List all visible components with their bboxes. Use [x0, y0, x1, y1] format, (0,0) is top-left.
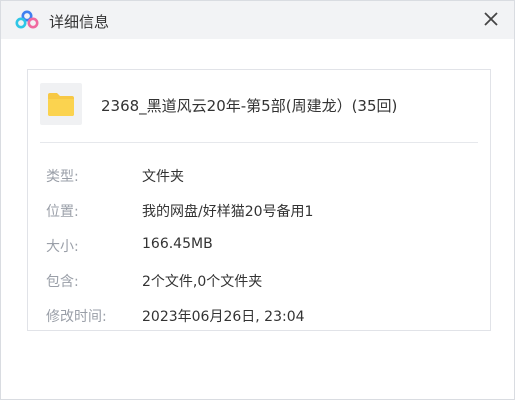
folder-icon	[48, 93, 74, 116]
detail-row-modified: 修改时间: 2023年06月26日, 23:04	[46, 306, 478, 326]
detail-value: 我的网盘/好样猫20号备用1	[142, 204, 314, 220]
file-thumbnail	[40, 83, 82, 125]
close-button[interactable]	[478, 6, 504, 32]
detail-value: 2个文件,0个文件夹	[142, 274, 263, 290]
detail-label: 大小:	[46, 239, 79, 255]
detail-label: 类型:	[46, 169, 79, 185]
title-bar: 详细信息	[1, 1, 514, 39]
detail-value: 文件夹	[142, 169, 184, 185]
details-dialog: 详细信息 2368_黑道风云20年-第5部(周建龙）(35回) 类型: 文件夹 …	[0, 0, 515, 400]
detail-row-size: 大小: 166.45MB	[46, 236, 478, 256]
file-name: 2368_黑道风云20年-第5部(周建龙）(35回)	[101, 97, 398, 115]
detail-label: 包含:	[46, 274, 79, 290]
divider	[40, 142, 478, 143]
details-panel: 2368_黑道风云20年-第5部(周建龙）(35回) 类型: 文件夹 位置: 我…	[27, 69, 491, 331]
detail-value: 2023年06月26日, 23:04	[142, 309, 305, 325]
detail-label: 位置:	[46, 204, 79, 220]
cloud-logo-icon	[15, 10, 39, 29]
dialog-title: 详细信息	[49, 13, 110, 31]
detail-row-type: 类型: 文件夹	[46, 166, 478, 186]
detail-row-location: 位置: 我的网盘/好样猫20号备用1	[46, 201, 478, 221]
detail-value: 166.45MB	[142, 236, 213, 252]
detail-label: 修改时间:	[46, 309, 107, 325]
detail-row-contains: 包含: 2个文件,0个文件夹	[46, 271, 478, 291]
